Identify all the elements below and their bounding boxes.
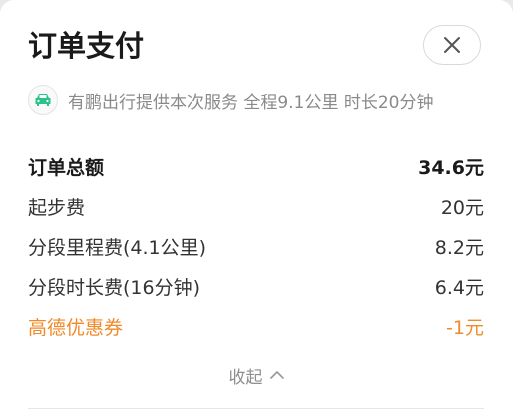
fee-label: 高德优惠券 bbox=[28, 316, 124, 339]
fee-label: 分段里程费(4.1公里) bbox=[28, 236, 207, 259]
fee-label: 分段时长费(16分钟) bbox=[28, 276, 201, 299]
provider-text: 有鹏出行提供本次服务 全程9.1公里 时长20分钟 bbox=[68, 92, 434, 113]
fee-value: 34.6元 bbox=[418, 156, 484, 179]
fee-row-duration: 分段时长费(16分钟) 6.4元 bbox=[28, 266, 484, 306]
fee-row-coupon[interactable]: 高德优惠券 -1元 bbox=[28, 306, 484, 346]
car-icon bbox=[28, 85, 58, 115]
fee-row-total: 订单总额 34.6元 bbox=[28, 146, 484, 186]
collapse-button[interactable]: 收起 bbox=[0, 362, 513, 388]
page-title: 订单支付 bbox=[28, 29, 145, 63]
collapse-label: 收起 bbox=[228, 367, 263, 388]
fee-value: -1元 bbox=[446, 316, 484, 339]
close-button[interactable] bbox=[423, 25, 481, 65]
fee-row-distance: 分段里程费(4.1公里) 8.2元 bbox=[28, 226, 484, 266]
fee-value: 20元 bbox=[440, 196, 484, 219]
fee-label: 起步费 bbox=[28, 196, 86, 219]
fee-label: 订单总额 bbox=[28, 156, 105, 179]
fee-row-base: 起步费 20元 bbox=[28, 186, 484, 226]
fee-breakdown: 订单总额 34.6元 起步费 20元 分段里程费(4.1公里) 8.2元 分段时… bbox=[28, 146, 484, 346]
fee-value: 6.4元 bbox=[434, 276, 484, 299]
service-provider-info: 有鹏出行提供本次服务 全程9.1公里 时长20分钟 bbox=[28, 85, 433, 115]
close-icon bbox=[444, 37, 460, 53]
chevron-up-icon bbox=[269, 370, 285, 380]
order-payment-sheet: 订单支付 有鹏出行提供本次服务 全程9.1公里 时长20分钟 订单总额 34.6… bbox=[0, 0, 513, 412]
fee-value: 8.2元 bbox=[434, 236, 484, 259]
divider bbox=[28, 408, 484, 409]
